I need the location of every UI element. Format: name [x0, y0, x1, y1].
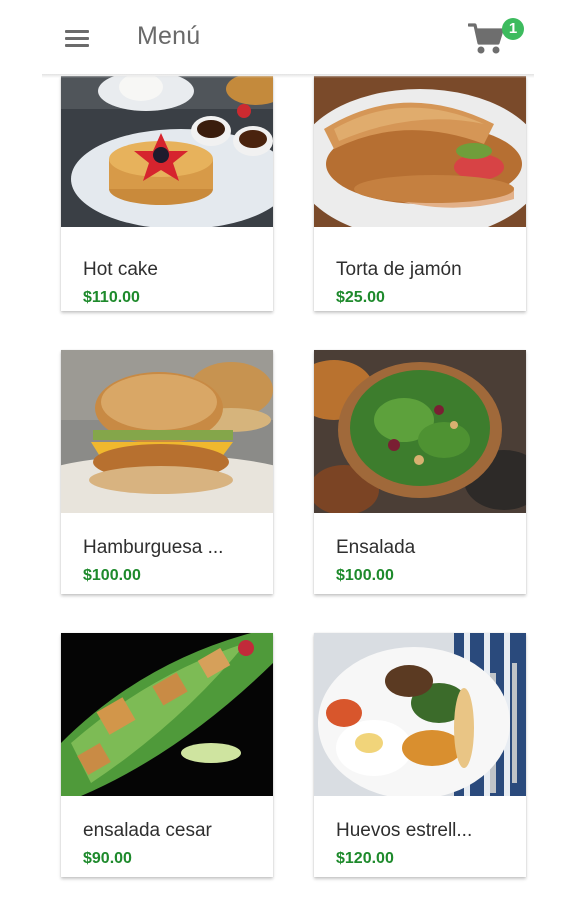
page-title: Menú: [137, 22, 201, 50]
product-name: Torta de jamón: [336, 259, 462, 280]
product-name: Hot cake: [83, 259, 158, 280]
product-name: Huevos estrell...: [336, 820, 473, 841]
product-name: Ensalada: [336, 537, 416, 558]
product-card-ensalada[interactable]: Ensalada $100.00: [314, 350, 526, 594]
product-grid: Hot cake $110.00 Torta de jamón $25.00 H…: [0, 76, 576, 900]
product-image-torta-de-jamon: [314, 76, 526, 227]
product-image-hamburguesa: [61, 350, 273, 513]
product-card-torta-de-jamon[interactable]: Torta de jamón $25.00: [314, 76, 526, 311]
app-bar-shadow: [42, 74, 534, 78]
product-card-hot-cake[interactable]: Hot cake $110.00: [61, 76, 273, 311]
product-price: $100.00: [336, 567, 394, 584]
product-image-huevos-estrellados: [314, 633, 526, 796]
cart-button[interactable]: 1: [466, 18, 528, 58]
hamburger-menu-icon[interactable]: [62, 26, 92, 50]
product-list[interactable]: Hot cake $110.00 Torta de jamón $25.00 H…: [0, 76, 576, 900]
product-image-ensalada: [314, 350, 526, 513]
product-image-ensalada-cesar: [61, 633, 273, 796]
product-price: $25.00: [336, 289, 385, 306]
product-card-ensalada-cesar[interactable]: ensalada cesar $90.00: [61, 633, 273, 877]
product-price: $100.00: [83, 567, 141, 584]
product-card-hamburguesa[interactable]: Hamburguesa ... $100.00: [61, 350, 273, 594]
app-bar: Menú 1: [0, 0, 576, 78]
shopping-cart-icon: [468, 23, 504, 54]
product-price: $120.00: [336, 850, 394, 867]
product-price: $110.00: [83, 289, 140, 306]
product-name: ensalada cesar: [83, 820, 212, 841]
product-price: $90.00: [83, 850, 132, 867]
product-name: Hamburguesa ...: [83, 537, 224, 558]
product-image-hot-cake: [61, 76, 273, 227]
app-screen: Hot cake $110.00 Torta de jamón $25.00 H…: [0, 0, 576, 900]
product-card-huevos-estrellados[interactable]: Huevos estrell... $120.00: [314, 633, 526, 877]
cart-count-badge: 1: [502, 18, 524, 40]
